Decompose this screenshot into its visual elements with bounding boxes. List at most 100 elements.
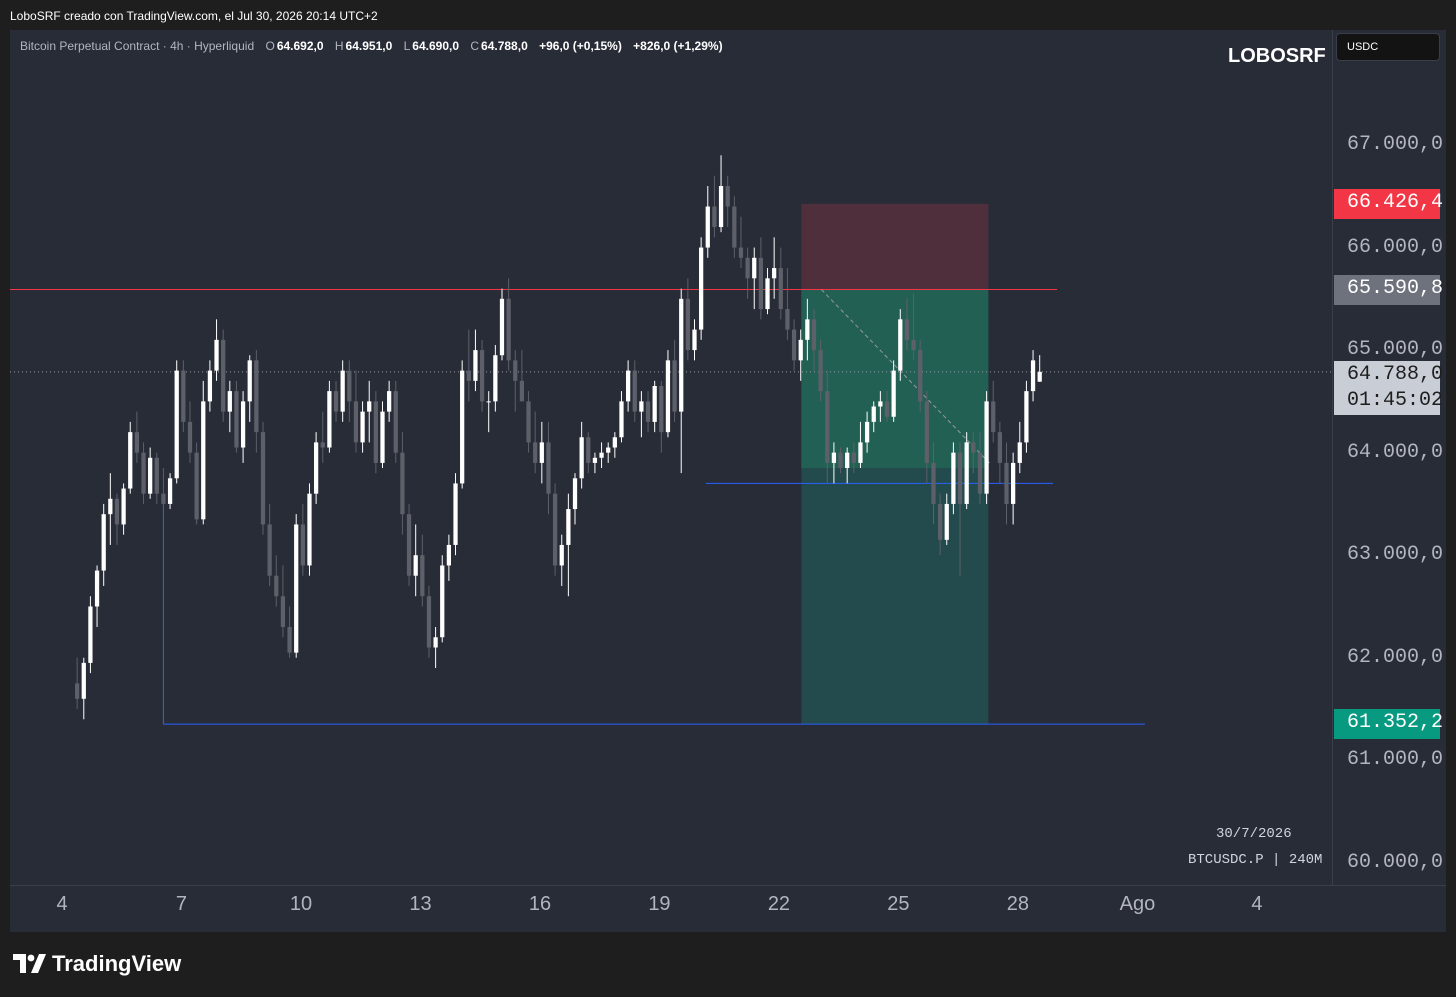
candle-body: [606, 447, 611, 453]
candle-body: [94, 570, 100, 607]
candle-body: [114, 498, 120, 525]
candle-body: [234, 391, 239, 448]
watermark-date: 30/7/2026: [1216, 826, 1292, 842]
candle-body: [420, 555, 425, 597]
currency-selector[interactable]: USDC: [1336, 33, 1440, 61]
candle-body: [75, 683, 80, 699]
candle-body: [493, 355, 498, 402]
candle-body: [632, 370, 637, 412]
candle-body: [254, 360, 259, 433]
candle-body: [891, 370, 896, 417]
watermark-symbol: BTCUSDC.P | 240M: [1188, 852, 1323, 868]
price-chart[interactable]: [10, 30, 1446, 932]
candle-body: [473, 350, 478, 381]
candle-body: [818, 350, 823, 392]
price-axis-divider: [1332, 30, 1333, 886]
candle-body: [758, 257, 764, 310]
candle-body: [592, 457, 598, 463]
candle-body: [1017, 442, 1022, 463]
candle-body: [440, 565, 445, 638]
candle-body: [692, 329, 697, 351]
candle-body: [659, 385, 664, 433]
price-tick-label: 64.000,0: [1347, 440, 1444, 464]
tradingview-logo-icon: [13, 954, 46, 973]
candle-body: [765, 278, 770, 310]
candle-body: [785, 309, 790, 330]
candle-body: [878, 401, 883, 407]
candle-body: [1011, 462, 1016, 504]
high-value: 64.951,0: [345, 39, 393, 53]
candle-body: [944, 503, 949, 540]
candle-body: [951, 452, 956, 504]
candle-body: [108, 498, 113, 515]
symbol-legend: Bitcoin Perpetual Contract · 4h · Hyperl…: [20, 39, 723, 53]
candle-body: [167, 478, 173, 504]
candle-body: [997, 432, 1002, 463]
candle-body: [918, 350, 923, 402]
candle-body: [964, 442, 969, 504]
candle-body: [811, 319, 817, 351]
candle-body: [227, 391, 232, 412]
candle-body: [599, 452, 604, 458]
candle-body: [88, 606, 93, 663]
candle-body: [911, 339, 916, 351]
date-tick-label: 25: [887, 893, 910, 915]
candle-body: [486, 401, 491, 403]
date-tick-label: 4: [1251, 893, 1263, 915]
candle-body: [187, 421, 193, 453]
current-price-label: 64.788,0 01:45:02: [1334, 361, 1444, 415]
candle-body: [221, 339, 226, 412]
date-tick-label: 19: [648, 893, 671, 915]
candle-body: [240, 401, 246, 448]
candle-body: [479, 350, 485, 402]
date-tick-label: 28: [1006, 893, 1030, 915]
candle-body: [586, 437, 591, 463]
footer-bar: [0, 932, 1456, 997]
candle-body: [446, 544, 452, 566]
close-label: C: [470, 39, 480, 53]
candle-body: [274, 575, 279, 597]
candle-body: [745, 257, 750, 279]
candle-body: [937, 503, 943, 540]
symbol-title: Bitcoin Perpetual Contract · 4h · Hyperl…: [20, 39, 255, 53]
candle-body: [214, 339, 219, 371]
candle-body: [732, 206, 737, 248]
candle-body: [333, 391, 339, 412]
candle-body: [672, 360, 677, 412]
candle-body: [327, 391, 332, 448]
candle-body: [1030, 360, 1036, 392]
candle-body: [413, 555, 418, 576]
candle-body: [931, 462, 936, 504]
candle-body: [373, 401, 378, 463]
date-tick-label: 4: [56, 893, 68, 915]
candle-body: [579, 437, 584, 479]
price-tick-label: 63.000,0: [1347, 543, 1444, 567]
stop-zone: [801, 203, 989, 290]
top-caption-bar: LoboSRF creado con TradingView.com, el J…: [0, 0, 1456, 30]
candle-body: [572, 478, 578, 510]
candle-body: [924, 401, 929, 463]
candle-body: [453, 483, 458, 545]
candle-body: [652, 385, 657, 422]
candle-body: [81, 662, 86, 699]
candle-body: [340, 370, 345, 412]
candle-body: [347, 370, 352, 402]
current-price-value: 64.788,0: [1347, 363, 1444, 386]
candle-body: [320, 442, 325, 448]
candle-body: [539, 442, 544, 463]
candle-body: [851, 452, 856, 463]
candle-body: [798, 339, 803, 361]
open-label: O: [265, 39, 275, 53]
stop-price-label: 66.426,4: [1334, 188, 1443, 219]
candle-body: [772, 268, 777, 279]
candle-body: [566, 509, 571, 545]
candle-body: [1037, 371, 1042, 382]
candle-body: [506, 298, 511, 361]
candle-body: [141, 452, 146, 494]
candle-body: [387, 391, 392, 412]
candle-body: [207, 370, 213, 402]
candle-body: [393, 391, 398, 453]
candle-body: [201, 401, 206, 520]
candle-body: [645, 401, 651, 422]
candle-body: [134, 432, 140, 453]
